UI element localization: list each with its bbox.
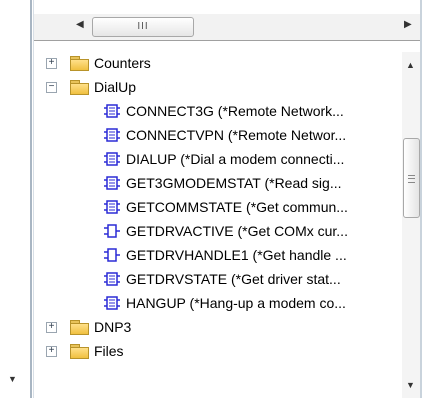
- tree-item-label: CONNECT3G (*Remote Network...: [126, 103, 344, 119]
- expand-icon[interactable]: +: [46, 322, 57, 333]
- block-icon: [104, 224, 120, 238]
- tree-item-connectvpn[interactable]: CONNECTVPN (*Remote Networ...: [34, 124, 400, 148]
- splitter[interactable]: [30, 0, 32, 398]
- tree-item-getdrvactive[interactable]: GETDRVACTIVE (*Get COMx cur...: [34, 220, 400, 244]
- tree-item-hangup[interactable]: HANGUP (*Hang-up a modem co...: [34, 292, 400, 316]
- tree-item-getcommstate[interactable]: GETCOMMSTATE (*Get commun...: [34, 196, 400, 220]
- scroll-right-arrow-icon[interactable]: ▶: [404, 19, 412, 30]
- tree-item-files[interactable]: + Files: [34, 340, 400, 364]
- tree-item-label: GETCOMMSTATE (*Get commun...: [126, 199, 348, 215]
- expand-icon[interactable]: +: [46, 346, 57, 357]
- vertical-scrollbar[interactable]: ▲ ▼: [402, 52, 420, 398]
- tree-item-label: Counters: [94, 55, 151, 71]
- tree-item-connect3g[interactable]: CONNECT3G (*Remote Network...: [34, 100, 400, 124]
- folder-icon: [70, 344, 89, 359]
- tree-item-label: GETDRVACTIVE (*Get COMx cur...: [126, 223, 348, 239]
- tree-item-label: DialUp: [94, 79, 137, 95]
- tree-item-getdrvhandle1[interactable]: GETDRVHANDLE1 (*Get handle ...: [34, 244, 400, 268]
- divider: [34, 40, 420, 41]
- module-icon: [104, 152, 120, 166]
- tree-item-dnp3[interactable]: + DNP3: [34, 316, 400, 340]
- scroll-grip-icon: [408, 175, 415, 183]
- module-icon: [104, 128, 120, 142]
- scroll-grip-icon: III: [137, 21, 149, 32]
- tree-item-label: CONNECTVPN (*Remote Networ...: [126, 127, 347, 143]
- scroll-left-arrow-icon[interactable]: ◀: [76, 19, 84, 30]
- folder-icon: [70, 80, 89, 95]
- module-icon: [104, 272, 120, 286]
- tree-item-label: GETDRVHANDLE1 (*Get handle ...: [126, 247, 347, 263]
- left-pane: ▼: [0, 0, 30, 398]
- left-scroll-down-arrow-icon[interactable]: ▼: [8, 374, 17, 384]
- collapse-icon[interactable]: −: [46, 82, 57, 93]
- tree-item-getdrvstate[interactable]: GETDRVSTATE (*Get driver stat...: [34, 268, 400, 292]
- panel-border: [420, 0, 422, 398]
- folder-icon: [70, 320, 89, 335]
- tree-item-counters[interactable]: + Counters: [34, 52, 400, 76]
- expand-icon[interactable]: +: [46, 58, 57, 69]
- scroll-up-arrow-icon[interactable]: ▲: [406, 60, 415, 70]
- module-icon: [104, 200, 120, 214]
- tree-item-label: DNP3: [94, 319, 132, 335]
- tree-item-dialup[interactable]: − DialUp: [34, 76, 400, 100]
- horizontal-scroll-thumb[interactable]: III: [92, 17, 194, 37]
- module-icon: [104, 296, 120, 310]
- block-icon: [104, 248, 120, 262]
- folder-icon: [70, 56, 89, 71]
- vertical-scroll-thumb[interactable]: [403, 138, 420, 218]
- tree-item-label: DIALUP (*Dial a modem connecti...: [126, 151, 345, 167]
- module-icon: [104, 176, 120, 190]
- horizontal-scrollbar[interactable]: ◀ III ▶: [34, 14, 420, 40]
- tree-item-label: GET3GMODEMSTAT (*Read sig...: [126, 175, 342, 191]
- tree-item-label: Files: [94, 343, 124, 359]
- tree-item-label: HANGUP (*Hang-up a modem co...: [126, 295, 346, 311]
- tree-item-get3gmodemstat[interactable]: GET3GMODEMSTAT (*Read sig...: [34, 172, 400, 196]
- scroll-down-arrow-icon[interactable]: ▼: [406, 380, 415, 390]
- module-icon: [104, 104, 120, 118]
- tree-item-dialup-function[interactable]: DIALUP (*Dial a modem connecti...: [34, 148, 400, 172]
- library-tree-panel: ◀ III ▶ + Counters − DialUp CONNECT3G (*…: [34, 0, 420, 398]
- tree-item-label: GETDRVSTATE (*Get driver stat...: [126, 271, 341, 287]
